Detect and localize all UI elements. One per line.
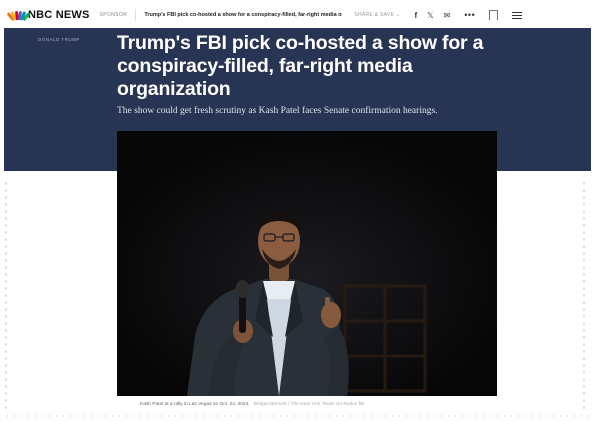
nav-divider — [135, 9, 137, 21]
sticky-headline: Trump's FBI pick co-hosted a show for a … — [144, 12, 343, 18]
menu-icon[interactable] — [512, 11, 523, 19]
share-save-label: SHARE & SAVE — [354, 12, 395, 18]
bookmark-icon[interactable] — [489, 10, 499, 20]
more-icon[interactable]: ••• — [464, 10, 475, 20]
peacock-icon — [6, 10, 31, 21]
left-edge-pattern — [4, 180, 8, 410]
nbc-news-logo[interactable]: NBC NEWS — [6, 2, 90, 28]
facebook-icon[interactable]: f — [414, 11, 417, 20]
browser-frame: NBC NEWS SPONSOR Trump's FBI pick co-hos… — [0, 0, 595, 426]
right-edge-pattern — [582, 180, 586, 410]
email-icon[interactable]: ✉ — [444, 11, 451, 20]
chevron-down-icon: ⌄ — [395, 12, 401, 18]
article-kicker[interactable]: DONALD TRUMP — [38, 37, 80, 42]
bottom-edge-pattern — [4, 414, 591, 418]
photo-credit: Bridget Bennett / The New York Times via… — [253, 402, 365, 407]
section-tag[interactable]: SPONSOR — [100, 12, 128, 18]
caption-text: Kash Patel at a rally in Las Vegas on Oc… — [140, 402, 250, 407]
photo-caption: Kash Patel at a rally in Las Vegas on Oc… — [140, 402, 440, 407]
x-icon[interactable]: 𝕏 — [427, 11, 433, 20]
top-navigation-bar: NBC NEWS SPONSOR Trump's FBI pick co-hos… — [4, 2, 591, 29]
article-title: Trump's FBI pick co-hosted a show for a … — [117, 32, 484, 100]
share-save-dropdown[interactable]: SHARE & SAVE ⌄ — [354, 12, 400, 18]
article-dek: The show could get fresh scrutiny as Kas… — [117, 106, 438, 116]
speaker-photo-illustration — [117, 131, 497, 396]
logo-text: NBC NEWS — [28, 9, 90, 21]
article-photo — [117, 131, 497, 396]
